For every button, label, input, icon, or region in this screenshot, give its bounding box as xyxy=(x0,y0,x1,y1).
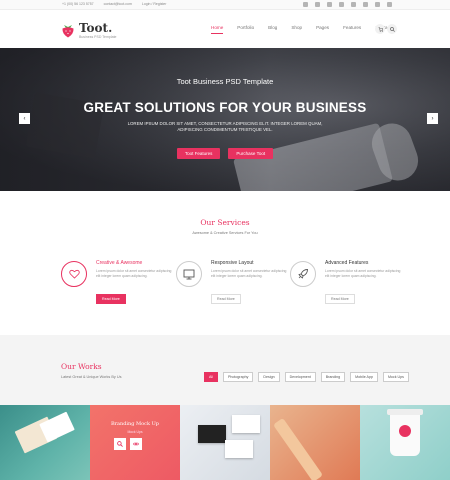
hero-content: Toot Business PSD Template GREAT SOLUTIO… xyxy=(0,48,450,191)
search-icon[interactable] xyxy=(114,438,126,450)
service-text: Lorem ipsum dolor sit amet consectetur a… xyxy=(96,269,172,278)
heart-icon xyxy=(61,261,87,287)
portfolio-filters: All Photography Design Development Brand… xyxy=(204,372,409,382)
top-bar: +1 (00) 56 123 5757 contact@toot.com Log… xyxy=(0,0,450,10)
cart-button[interactable] xyxy=(375,24,385,34)
nav-portfolio[interactable]: Portfolio xyxy=(230,25,261,30)
nav-features[interactable]: Features xyxy=(336,25,368,30)
slider-prev-button[interactable]: ‹ xyxy=(19,113,30,124)
mockup-cup-lid xyxy=(387,409,423,415)
service-text: Lorem ipsum dolor sit amet consectetur a… xyxy=(325,269,401,278)
service-advanced: Advanced Features Lorem ipsum dolor sit … xyxy=(290,256,410,316)
search-button[interactable] xyxy=(387,24,397,34)
mockup-card xyxy=(198,425,226,443)
facebook-icon[interactable] xyxy=(303,2,308,7)
filter-branding[interactable]: Branding xyxy=(320,372,346,382)
hero-title: GREAT SOLUTIONS FOR YOUR BUSINESS xyxy=(83,100,367,115)
purchase-toot-button[interactable]: Purchase Toot xyxy=(228,148,274,159)
twitter-icon[interactable] xyxy=(315,2,320,7)
mockup-card xyxy=(39,411,75,443)
mockup-tube xyxy=(273,417,323,480)
hero-buttons: Toot Features Purchase Toot xyxy=(0,148,450,159)
services-subtitle: Awesome & Creative Services For You xyxy=(192,231,258,235)
dribbble-icon[interactable] xyxy=(351,2,356,7)
main-nav: Home Portfolio Blog Shop Pages Features … xyxy=(204,25,398,34)
chevron-left-icon: ‹ xyxy=(23,115,26,122)
instagram-icon[interactable] xyxy=(363,2,368,7)
service-title: Creative & Awesome xyxy=(96,260,143,266)
strawberry-logo-icon xyxy=(62,25,74,38)
read-more-button[interactable]: Read More xyxy=(211,294,241,304)
slider-next-button[interactable]: › xyxy=(427,113,438,124)
portfolio-item-hover[interactable]: Branding Mock Up Mock Ups xyxy=(90,405,180,480)
email-link[interactable]: contact@toot.com xyxy=(104,2,132,6)
mockup-card xyxy=(225,440,253,458)
portfolio-gallery: Branding Mock Up Mock Ups xyxy=(0,405,450,480)
read-more-button[interactable]: Read More xyxy=(96,294,126,304)
services-section: Our Services Awesome & Creative Services… xyxy=(0,191,450,335)
cart-icon xyxy=(378,26,383,32)
works-section: Our Works Latest Great & Unique Works By… xyxy=(0,335,450,405)
filter-development[interactable]: Development xyxy=(284,372,316,382)
hero-description: LOREM IPSUM DOLOR SIT AMET, CONSECTETUR … xyxy=(127,121,323,132)
works-subtitle: Latest Great & Unique Works By Us xyxy=(61,375,122,379)
filter-all[interactable]: All xyxy=(204,372,218,382)
filter-photography[interactable]: Photography xyxy=(223,372,254,382)
service-title: Advanced Features xyxy=(325,260,369,266)
mockup-card xyxy=(232,415,260,433)
service-text: Lorem ipsum dolor sit amet consectetur a… xyxy=(211,269,287,278)
chevron-right-icon: › xyxy=(431,115,434,122)
logo-name: Toot. xyxy=(79,21,113,35)
portfolio-item[interactable] xyxy=(0,405,90,480)
service-title: Responsive Layout xyxy=(211,260,254,266)
portfolio-overlay-title: Branding Mock Up xyxy=(110,421,160,427)
service-creative: Creative & Awesome Lorem ipsum dolor sit… xyxy=(61,256,181,316)
monitor-icon xyxy=(176,261,202,287)
portfolio-item[interactable] xyxy=(180,405,270,480)
rocket-icon xyxy=(290,261,316,287)
overlay-actions xyxy=(114,438,142,450)
filter-design[interactable]: Design xyxy=(258,372,280,382)
vimeo-icon[interactable] xyxy=(327,2,332,7)
rss-icon[interactable] xyxy=(387,2,392,7)
services-title: Our Services xyxy=(200,218,250,227)
nav-pages[interactable]: Pages xyxy=(309,25,336,30)
toot-features-button[interactable]: Toot Features xyxy=(176,148,221,159)
portfolio-item[interactable] xyxy=(360,405,450,480)
mockup-cup-logo xyxy=(399,425,411,437)
login-link[interactable]: Login / Register xyxy=(142,2,167,6)
logo-tagline: Business PSD Template xyxy=(79,35,117,39)
works-title: Our Works xyxy=(61,362,102,371)
nav-shop[interactable]: Shop xyxy=(284,25,309,30)
phone-text: +1 (00) 56 123 5757 xyxy=(62,2,94,6)
hero-slider: Toot Business PSD Template GREAT SOLUTIO… xyxy=(0,48,450,191)
contact-info: +1 (00) 56 123 5757 contact@toot.com Log… xyxy=(62,2,166,6)
link-icon[interactable] xyxy=(130,438,142,450)
portfolio-item[interactable] xyxy=(270,405,360,480)
service-responsive: Responsive Layout Lorem ipsum dolor sit … xyxy=(176,256,296,316)
social-links xyxy=(303,2,392,7)
nav-home[interactable]: Home xyxy=(204,25,230,34)
pinterest-icon[interactable] xyxy=(339,2,344,7)
logo[interactable]: Toot. Business PSD Template xyxy=(61,22,116,39)
filter-mock-ups[interactable]: Mock Ups xyxy=(382,372,409,382)
search-icon xyxy=(389,26,395,32)
site-header: Toot. Business PSD Template Home Portfol… xyxy=(0,10,450,48)
read-more-button[interactable]: Read More xyxy=(325,294,355,304)
nav-blog[interactable]: Blog xyxy=(261,25,284,30)
linkedin-icon[interactable] xyxy=(375,2,380,7)
filter-mobile-app[interactable]: Mobile App xyxy=(350,372,378,382)
portfolio-overlay-category: Mock Ups xyxy=(127,430,143,434)
hero-subtitle: Toot Business PSD Template xyxy=(176,77,274,86)
